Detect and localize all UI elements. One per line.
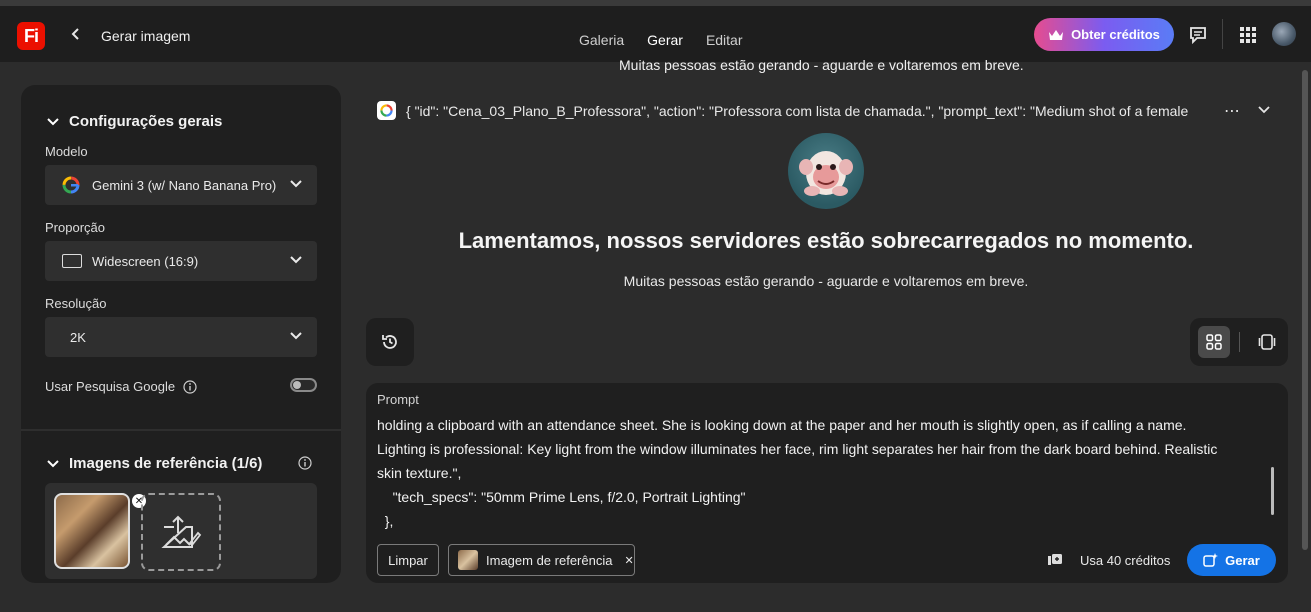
ratio-value: Widescreen (16:9) xyxy=(92,253,199,269)
sparkle-generate-icon xyxy=(1203,552,1219,567)
resolution-select[interactable]: 2K xyxy=(45,317,317,357)
clear-button[interactable]: Limpar xyxy=(377,544,439,576)
info-icon[interactable] xyxy=(183,379,197,394)
chevron-down-icon xyxy=(290,332,302,340)
resolution-value: 2K xyxy=(70,329,86,345)
get-credits-label: Obter créditos xyxy=(1071,27,1160,42)
credit-cost-text: Usa 40 créditos xyxy=(1080,553,1171,568)
app-logo[interactable]: Fi xyxy=(17,22,45,50)
google-g-icon xyxy=(377,101,396,120)
chevron-down-icon xyxy=(47,459,59,467)
upload-image-icon xyxy=(161,515,202,548)
chevron-down-icon xyxy=(290,180,302,188)
back-arrow-icon[interactable] xyxy=(66,24,86,44)
info-icon[interactable] xyxy=(298,456,312,470)
feedback-icon[interactable] xyxy=(1187,24,1209,46)
add-reference-image-button[interactable] xyxy=(141,493,221,571)
google-search-row: Usar Pesquisa Google xyxy=(45,379,197,394)
tab-galeria[interactable]: Galeria xyxy=(579,32,624,48)
reference-images-header[interactable]: Imagens de referência (1/6) xyxy=(47,455,262,472)
chevron-down-icon xyxy=(290,256,302,264)
reference-chip-thumbnail xyxy=(458,550,478,570)
ratio-select[interactable]: Widescreen (16:9) xyxy=(45,241,317,281)
history-button[interactable] xyxy=(366,318,414,366)
prompt-label: Prompt xyxy=(377,392,419,407)
header-divider xyxy=(1222,19,1223,49)
apps-grid-icon[interactable] xyxy=(1237,24,1259,46)
page-scrollbar-thumb[interactable] xyxy=(1302,70,1308,550)
top-busy-message: Muitas pessoas estão gerando - aguarde e… xyxy=(619,57,1024,73)
chevron-down-icon[interactable] xyxy=(1257,104,1271,116)
user-avatar[interactable] xyxy=(1272,22,1296,46)
model-label: Modelo xyxy=(45,144,88,159)
settings-panel: Configurações gerais Modelo Gemini 3 (w/… xyxy=(21,85,341,583)
prompt-line: }, xyxy=(377,513,394,529)
prompt-line: skin texture.", xyxy=(377,465,462,481)
tab-gerar[interactable]: Gerar xyxy=(647,32,683,48)
prompt-line: holding a clipboard with an attendance s… xyxy=(377,417,1187,433)
general-settings-title: Configurações gerais xyxy=(69,113,223,130)
prompt-scrollbar[interactable] xyxy=(1271,467,1274,515)
view-divider xyxy=(1239,332,1240,352)
crown-icon xyxy=(1049,29,1064,40)
grid-view-button[interactable] xyxy=(1198,326,1230,358)
tab-editar[interactable]: Editar xyxy=(706,32,743,48)
monkey-mascot-icon xyxy=(788,133,864,209)
model-select[interactable]: Gemini 3 (w/ Nano Banana Pro) xyxy=(45,165,317,205)
reference-images-title: Imagens de referência (1/6) xyxy=(69,455,263,472)
credits-icon xyxy=(1048,554,1062,565)
single-view-button[interactable] xyxy=(1252,327,1282,357)
google-g-icon xyxy=(61,175,81,195)
reference-image-chip[interactable]: Imagem de referência ✕ xyxy=(448,544,635,576)
prompt-line: "tech_specs": "50mm Prime Lens, f/2.0, P… xyxy=(377,489,746,505)
grid-view-icon xyxy=(1206,334,1222,350)
chevron-down-icon xyxy=(47,117,59,125)
panel-divider xyxy=(21,429,341,431)
prompt-textarea[interactable]: holding a clipboard with an attendance s… xyxy=(377,413,1272,533)
main-nav: Galeria Gerar Editar xyxy=(579,32,743,48)
google-search-label: Usar Pesquisa Google xyxy=(45,379,176,394)
prompt-line: Lighting is professional: Key light from… xyxy=(377,441,1218,457)
error-subtitle: Muitas pessoas estão gerando - aguarde e… xyxy=(623,273,1029,289)
prompt-summary-text: { "id": "Cena_03_Plano_B_Professora", "a… xyxy=(406,102,1189,119)
get-credits-button[interactable]: Obter créditos xyxy=(1034,18,1174,51)
history-icon xyxy=(382,335,397,349)
view-mode-toggle xyxy=(1190,318,1288,366)
prompt-summary-row: { "id": "Cena_03_Plano_B_Professora", "a… xyxy=(377,101,1211,120)
reference-image-thumbnail[interactable] xyxy=(54,493,130,569)
generate-button[interactable]: Gerar xyxy=(1187,544,1276,576)
remove-chip-close-icon[interactable]: ✕ xyxy=(624,554,633,567)
model-value: Gemini 3 (w/ Nano Banana Pro) xyxy=(92,177,277,193)
single-view-icon xyxy=(1258,334,1276,350)
error-title: Lamentamos, nossos servidores estão sobr… xyxy=(458,228,1194,253)
more-options-icon[interactable]: ⋯ xyxy=(1224,101,1241,121)
general-settings-header[interactable]: Configurações gerais xyxy=(47,113,222,130)
widescreen-icon xyxy=(62,254,82,268)
google-search-toggle[interactable] xyxy=(290,378,317,392)
top-header: Fi Gerar imagem Galeria Gerar Editar Obt… xyxy=(0,6,1311,62)
resolution-label: Resolução xyxy=(45,296,107,311)
reference-chip-label: Imagem de referência xyxy=(486,552,613,568)
page-title: Gerar imagem xyxy=(101,28,191,44)
ratio-label: Proporção xyxy=(45,220,105,235)
prompt-box: Prompt holding a clipboard with an atten… xyxy=(366,383,1288,583)
reference-images-area: ✕ xyxy=(45,483,317,579)
generate-label: Gerar xyxy=(1225,552,1260,568)
